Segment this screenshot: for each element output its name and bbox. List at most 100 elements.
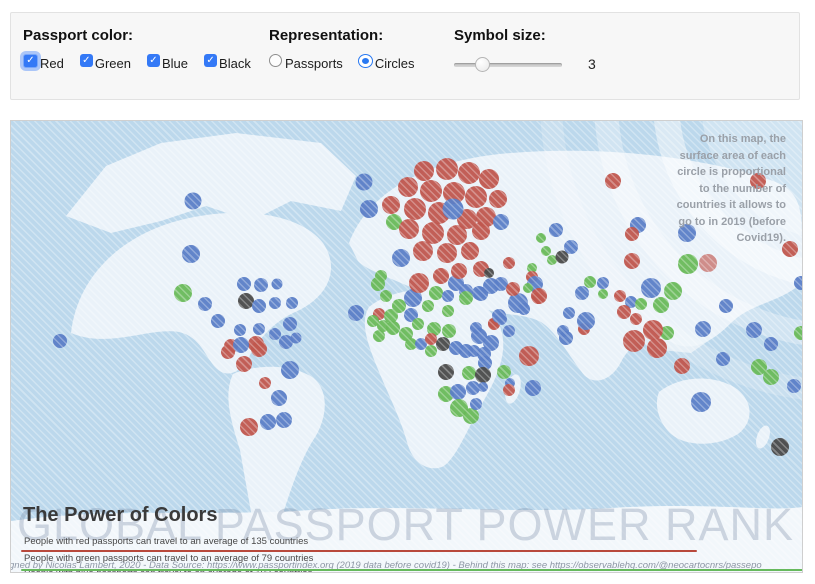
country-circle[interactable]	[271, 390, 287, 406]
country-circle[interactable]	[605, 173, 621, 189]
country-circle[interactable]	[465, 186, 487, 208]
country-circle[interactable]	[479, 169, 499, 189]
country-circle[interactable]	[413, 241, 433, 261]
country-circle[interactable]	[614, 290, 626, 302]
country-circle[interactable]	[269, 328, 281, 340]
country-circle[interactable]	[174, 284, 192, 302]
country-circle[interactable]	[253, 323, 265, 335]
country-circle[interactable]	[269, 297, 281, 309]
country-circle[interactable]	[425, 333, 437, 345]
country-circle[interactable]	[478, 382, 488, 392]
country-circle[interactable]	[556, 251, 569, 264]
slider-track[interactable]	[454, 63, 562, 67]
country-circle[interactable]	[518, 303, 530, 315]
country-circle[interactable]	[281, 361, 299, 379]
country-circle[interactable]	[643, 320, 663, 340]
country-circle[interactable]	[404, 198, 426, 220]
country-circle[interactable]	[185, 193, 202, 210]
country-circle[interactable]	[233, 337, 249, 353]
country-circle[interactable]	[719, 299, 733, 313]
country-circle[interactable]	[474, 287, 488, 301]
country-circle[interactable]	[283, 317, 297, 331]
country-circle[interactable]	[436, 337, 450, 351]
checkbox-check-icon[interactable]: ✓	[204, 54, 217, 67]
country-circle[interactable]	[409, 273, 429, 293]
country-circle[interactable]	[422, 300, 434, 312]
circles-radio[interactable]: Circles	[359, 53, 415, 68]
world-map[interactable]: On this map, the surface area of each ci…	[10, 120, 803, 573]
country-circle[interactable]	[635, 298, 647, 310]
checkbox-check-icon[interactable]: ✓	[147, 54, 160, 67]
country-circle[interactable]	[695, 321, 711, 337]
country-circle[interactable]	[575, 286, 589, 300]
country-circle[interactable]	[373, 330, 385, 342]
country-circle[interactable]	[664, 282, 682, 300]
country-circle[interactable]	[221, 345, 235, 359]
country-circle[interactable]	[699, 254, 717, 272]
country-circle[interactable]	[617, 305, 631, 319]
country-circle[interactable]	[433, 268, 449, 284]
country-circle[interactable]	[787, 379, 801, 393]
country-circle[interactable]	[584, 276, 596, 288]
country-circle[interactable]	[746, 322, 762, 338]
country-circle[interactable]	[691, 392, 711, 412]
country-circle[interactable]	[240, 418, 258, 436]
country-circle[interactable]	[211, 314, 225, 328]
country-circle[interactable]	[653, 297, 669, 313]
country-circle[interactable]	[549, 223, 563, 237]
country-circle[interactable]	[260, 414, 276, 430]
country-circle[interactable]	[624, 253, 640, 269]
country-circle[interactable]	[252, 299, 266, 313]
country-circle[interactable]	[443, 199, 464, 220]
country-circle[interactable]	[399, 219, 419, 239]
country-circle[interactable]	[597, 277, 609, 289]
country-circle[interactable]	[459, 291, 473, 305]
country-circle[interactable]	[470, 398, 482, 410]
country-circle[interactable]	[466, 381, 480, 395]
country-circle[interactable]	[462, 366, 476, 380]
country-circle[interactable]	[182, 245, 200, 263]
radio-dot-icon[interactable]	[359, 55, 372, 67]
country-circle[interactable]	[641, 278, 661, 298]
country-circle[interactable]	[771, 438, 789, 456]
country-circle[interactable]	[547, 255, 557, 265]
country-circle[interactable]	[492, 309, 506, 323]
country-circle[interactable]	[392, 249, 410, 267]
country-circle[interactable]	[541, 246, 551, 256]
country-circle[interactable]	[716, 352, 730, 366]
country-circle[interactable]	[251, 341, 267, 357]
country-circle[interactable]	[382, 196, 400, 214]
country-circle[interactable]	[272, 279, 283, 290]
country-circle[interactable]	[442, 324, 456, 338]
country-circle[interactable]	[525, 380, 541, 396]
country-circle[interactable]	[450, 384, 466, 400]
country-circle[interactable]	[494, 277, 508, 291]
country-circle[interactable]	[475, 367, 491, 383]
country-circle[interactable]	[630, 313, 642, 325]
country-circle[interactable]	[422, 222, 444, 244]
country-circle[interactable]	[386, 321, 400, 335]
country-circle[interactable]	[557, 325, 569, 337]
country-circle[interactable]	[493, 214, 509, 230]
radio-dot-icon[interactable]	[269, 54, 282, 67]
country-circle[interactable]	[484, 268, 494, 278]
country-circle[interactable]	[425, 345, 437, 357]
country-circle[interactable]	[442, 290, 454, 302]
country-circle[interactable]	[678, 254, 698, 274]
green-checkbox[interactable]: ✓Green	[80, 53, 131, 68]
country-circle[interactable]	[503, 325, 515, 337]
country-circle[interactable]	[506, 282, 520, 296]
country-circle[interactable]	[531, 288, 547, 304]
country-circle[interactable]	[625, 227, 639, 241]
country-circle[interactable]	[442, 305, 454, 317]
country-circle[interactable]	[437, 243, 457, 263]
country-circle[interactable]	[236, 356, 252, 372]
country-circle[interactable]	[503, 384, 515, 396]
country-circle[interactable]	[414, 161, 434, 181]
country-circle[interactable]	[356, 174, 373, 191]
country-circle[interactable]	[577, 312, 595, 330]
country-circle[interactable]	[286, 297, 298, 309]
country-circle[interactable]	[674, 358, 690, 374]
checkbox-check-icon[interactable]: ✓	[23, 54, 38, 68]
country-circle[interactable]	[764, 337, 778, 351]
